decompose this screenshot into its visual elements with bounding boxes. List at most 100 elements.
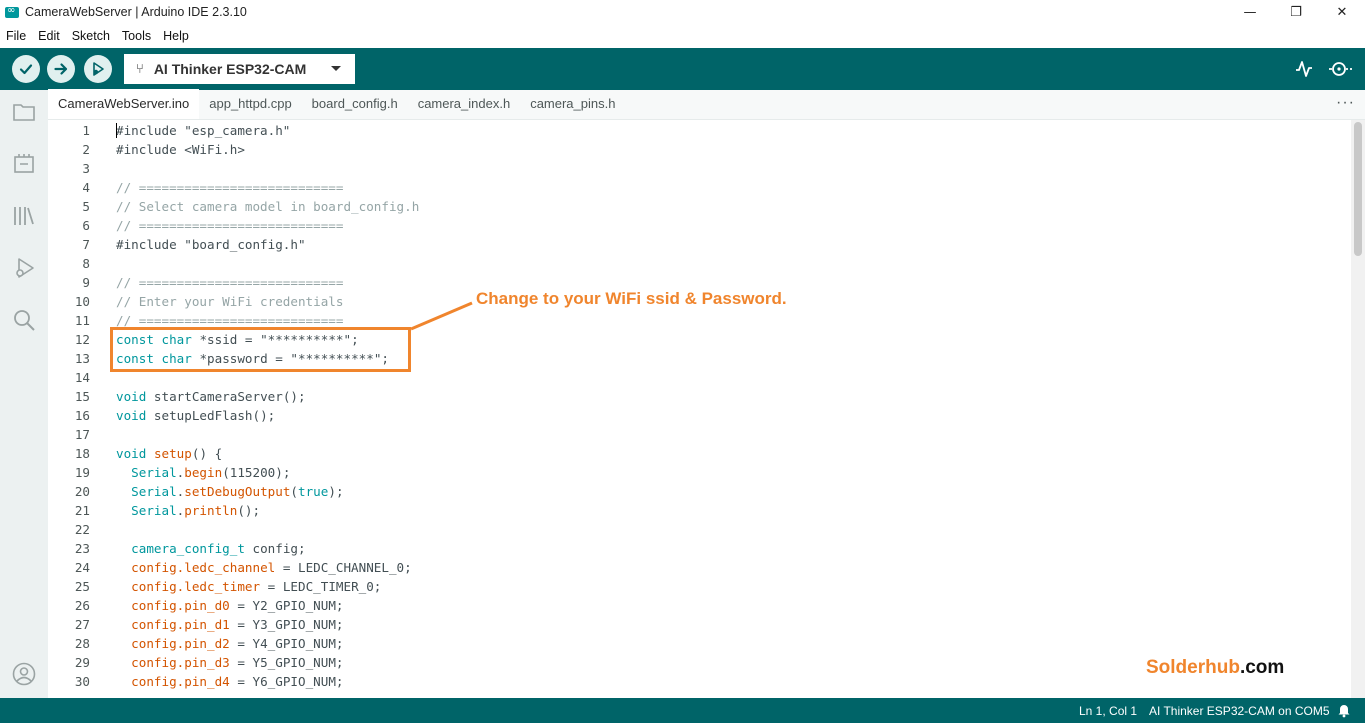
code-token: = LEDC_CHANNEL_0;: [275, 560, 412, 575]
menu-tools[interactable]: Tools: [116, 29, 157, 43]
debug-icon[interactable]: [12, 256, 36, 280]
line-number: 16: [74, 408, 90, 423]
code-line[interactable]: 5 // Select camera model in board_config.…: [48, 197, 1351, 216]
code-token: = LEDC_TIMER_0;: [260, 579, 382, 594]
code-line[interactable]: 19 Serial.begin(115200);: [48, 463, 1351, 482]
sidebar: [0, 90, 48, 698]
code-line[interactable]: 1 #include "esp_camera.h": [48, 121, 1351, 140]
code-line[interactable]: 24 config.ledc_channel = LEDC_CHANNEL_0;: [48, 558, 1351, 577]
scrollbar-thumb[interactable]: [1354, 122, 1362, 256]
code-text: config.ledc_channel = LEDC_CHANNEL_0;: [116, 558, 412, 577]
title-bar: CameraWebServer | Arduino IDE 2.3.10 — ❐…: [0, 0, 1365, 24]
code-text: config.pin_d3 = Y5_GPIO_NUM;: [116, 653, 343, 672]
line-number: 27: [74, 617, 90, 632]
menu-edit[interactable]: Edit: [32, 29, 66, 43]
code-text: config.pin_d2 = Y4_GPIO_NUM;: [116, 634, 343, 653]
code-line[interactable]: 26 config.pin_d0 = Y2_GPIO_NUM;: [48, 596, 1351, 615]
code-editor[interactable]: 1 #include "esp_camera.h" 2 #include <WiFi.…: [48, 120, 1351, 698]
debug-button[interactable]: [84, 55, 112, 83]
line-number: 1: [82, 123, 90, 138]
code-line[interactable]: 20 Serial.setDebugOutput(true);: [48, 482, 1351, 501]
status-board: AI Thinker ESP32-CAM on COM5: [1149, 704, 1330, 718]
watermark-part2: hub: [1205, 657, 1240, 678]
line-number: 14: [74, 370, 90, 385]
code-token: setupLedFlash();: [146, 408, 276, 423]
maximize-button[interactable]: ❐: [1273, 0, 1319, 24]
code-line[interactable]: 17: [48, 425, 1351, 444]
code-line[interactable]: 28 config.pin_d2 = Y4_GPIO_NUM;: [48, 634, 1351, 653]
account-icon[interactable]: [12, 662, 36, 686]
menu-help[interactable]: Help: [157, 29, 195, 43]
menu-file[interactable]: File: [0, 29, 32, 43]
code-line[interactable]: 23 camera_config_t config;: [48, 539, 1351, 558]
code-token: Serial: [131, 503, 177, 518]
debug-icon: [93, 62, 104, 76]
code-token: config.ledc_channel: [131, 560, 276, 575]
line-number: 28: [74, 636, 90, 651]
line-number: 4: [82, 180, 90, 195]
bell-icon[interactable]: [1336, 702, 1352, 718]
menu-bar: File Edit Sketch Tools Help: [0, 24, 1365, 48]
code-token: = Y4_GPIO_NUM;: [229, 636, 344, 651]
toolbar: ⑂ AI Thinker ESP32-CAM: [0, 48, 1365, 90]
code-line[interactable]: 15 void startCameraServer();: [48, 387, 1351, 406]
menu-sketch[interactable]: Sketch: [66, 29, 116, 43]
code-token: = Y6_GPIO_NUM;: [229, 674, 344, 689]
watermark-part3: .com: [1239, 657, 1285, 678]
code-token: Serial: [131, 465, 177, 480]
code-line[interactable]: 6 // ===========================: [48, 216, 1351, 235]
tab-camera-pins[interactable]: camera_pins.h: [520, 89, 625, 119]
code-token: setup: [153, 446, 192, 461]
search-icon[interactable]: [12, 308, 36, 332]
line-number: 7: [82, 237, 90, 252]
minimize-button[interactable]: —: [1227, 0, 1273, 24]
close-button[interactable]: ✕: [1319, 0, 1365, 24]
code-line[interactable]: 27 config.pin_d1 = Y3_GPIO_NUM;: [48, 615, 1351, 634]
status-bar: Ln 1, Col 1 AI Thinker ESP32-CAM on COM5: [0, 698, 1365, 723]
code-text: Serial.setDebugOutput(true);: [116, 482, 343, 501]
upload-button[interactable]: [47, 55, 75, 83]
code-text: void setupLedFlash();: [116, 406, 275, 425]
board-selector[interactable]: ⑂ AI Thinker ESP32-CAM: [124, 54, 355, 84]
code-line[interactable]: 4 // ===========================: [48, 178, 1351, 197]
code-line[interactable]: 3: [48, 159, 1351, 178]
more-icon[interactable]: ···: [1336, 90, 1355, 116]
verify-button[interactable]: [12, 55, 40, 83]
code-line[interactable]: 7 #include "board_config.h": [48, 235, 1351, 254]
code-line[interactable]: 2 #include <WiFi.h>: [48, 140, 1351, 159]
tab-app-httpd[interactable]: app_httpd.cpp: [199, 89, 301, 119]
library-icon[interactable]: [12, 204, 36, 228]
serial-plotter-icon[interactable]: [1294, 59, 1314, 79]
code-line[interactable]: 16 void setupLedFlash();: [48, 406, 1351, 425]
boards-manager-icon[interactable]: [12, 152, 36, 176]
code-token: #include "esp_camera.h": [116, 123, 291, 138]
line-number: 10: [74, 294, 90, 309]
line-number: 29: [74, 655, 90, 670]
tab-board-config[interactable]: board_config.h: [302, 89, 408, 119]
serial-monitor-icon[interactable]: [1328, 59, 1354, 79]
tab-camera-index[interactable]: camera_index.h: [408, 89, 521, 119]
code-line[interactable]: 21 Serial.println();: [48, 501, 1351, 520]
folder-icon[interactable]: [12, 100, 36, 124]
line-number: 12: [74, 332, 90, 347]
code-token: = Y2_GPIO_NUM;: [229, 598, 344, 613]
code-token: // Enter your WiFi credentials: [116, 294, 344, 309]
code-line[interactable]: 25 config.ledc_timer = LEDC_TIMER_0;: [48, 577, 1351, 596]
code-line[interactable]: 22: [48, 520, 1351, 539]
code-token: config.pin_d0: [131, 598, 230, 613]
code-line[interactable]: 18 void setup() {: [48, 444, 1351, 463]
code-token: config.pin_d3: [131, 655, 230, 670]
chevron-down-icon: [331, 66, 341, 71]
watermark: Solderhub.com: [1146, 657, 1284, 679]
code-token: = Y3_GPIO_NUM;: [229, 617, 344, 632]
code-line[interactable]: 8: [48, 254, 1351, 273]
editor-scrollbar[interactable]: [1351, 120, 1365, 698]
tab-camerawebserver[interactable]: CameraWebServer.ino: [48, 89, 200, 119]
